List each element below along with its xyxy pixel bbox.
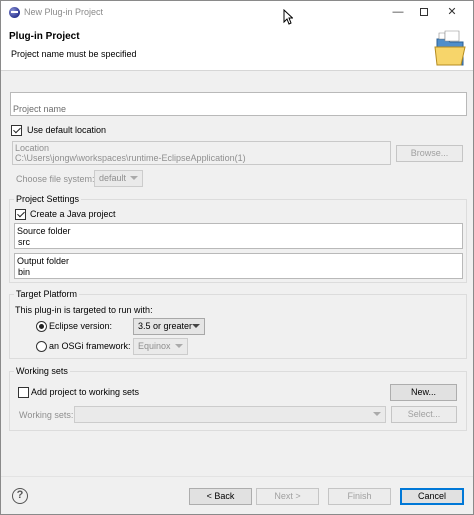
eclipse-version-label: Eclipse version: bbox=[49, 321, 113, 331]
chevron-down-icon bbox=[192, 324, 200, 328]
chevron-down-icon bbox=[373, 412, 381, 416]
create-java-project-label: Create a Java project bbox=[30, 209, 116, 219]
title-bar: New Plug-in Project — ✕ bbox=[1, 1, 473, 25]
mouse-cursor-icon bbox=[283, 9, 293, 25]
use-default-location-checkbox[interactable] bbox=[11, 125, 22, 136]
window-title: New Plug-in Project bbox=[24, 7, 104, 17]
new-plugin-project-dialog: New Plug-in Project — ✕ Plug-in Project … bbox=[0, 0, 474, 515]
working-sets-label: Working sets bbox=[14, 366, 70, 376]
eclipse-version-radio[interactable] bbox=[36, 321, 47, 332]
help-icon[interactable]: ? bbox=[12, 488, 28, 504]
select-working-sets-button[interactable]: Select... bbox=[391, 406, 457, 423]
wizard-header: Plug-in Project Project name must be spe… bbox=[1, 25, 473, 71]
source-folder-value: src bbox=[18, 237, 30, 247]
file-system-combo[interactable]: default bbox=[94, 170, 143, 187]
target-platform-description: This plug-in is targeted to run with: bbox=[15, 305, 153, 315]
osgi-framework-label: an OSGi framework: bbox=[49, 341, 131, 351]
browse-button[interactable]: Browse... bbox=[396, 145, 463, 162]
back-button[interactable]: < Back bbox=[189, 488, 252, 505]
use-default-location-label: Use default location bbox=[27, 125, 107, 135]
project-name-placeholder: Project name bbox=[13, 104, 67, 114]
cancel-button[interactable]: Cancel bbox=[400, 488, 464, 505]
output-folder-value: bin bbox=[18, 267, 31, 277]
location-label: Location bbox=[15, 143, 50, 153]
folder-wizard-icon bbox=[415, 27, 467, 69]
eclipse-version-combo[interactable]: 3.5 or greater bbox=[133, 318, 205, 335]
eclipse-version-value: 3.5 or greater bbox=[138, 321, 193, 331]
osgi-framework-value: Equinox bbox=[138, 341, 171, 351]
source-folder-field[interactable]: Source folder src bbox=[14, 223, 463, 249]
output-folder-label: Output folder bbox=[17, 256, 70, 266]
maximize-button[interactable] bbox=[410, 3, 438, 21]
eclipse-icon bbox=[9, 7, 20, 18]
chevron-down-icon bbox=[130, 176, 138, 180]
chevron-down-icon bbox=[175, 344, 183, 348]
new-working-set-button[interactable]: New... bbox=[390, 384, 457, 401]
location-value: C:\Users\jongw\workspaces\runtime-Eclips… bbox=[15, 153, 246, 163]
output-folder-field[interactable]: Output folder bin bbox=[14, 253, 463, 279]
add-to-working-sets-checkbox[interactable] bbox=[18, 387, 29, 398]
file-system-value: default bbox=[99, 173, 127, 183]
project-name-field[interactable]: Project name bbox=[10, 92, 467, 116]
create-java-project-checkbox[interactable] bbox=[15, 209, 26, 220]
osgi-framework-radio[interactable] bbox=[36, 341, 47, 352]
next-button[interactable]: Next > bbox=[256, 488, 319, 505]
working-sets-combo[interactable] bbox=[74, 406, 386, 423]
project-settings-label: Project Settings bbox=[14, 194, 82, 204]
page-title: Plug-in Project bbox=[9, 31, 80, 42]
minimize-button[interactable]: — bbox=[384, 3, 412, 21]
target-platform-label: Target Platform bbox=[14, 289, 80, 299]
finish-button[interactable]: Finish bbox=[328, 488, 391, 505]
location-field[interactable]: Location C:\Users\jongw\workspaces\runti… bbox=[12, 141, 391, 165]
footer-separator bbox=[1, 476, 473, 477]
maximize-icon bbox=[420, 8, 428, 17]
close-button[interactable]: ✕ bbox=[438, 3, 466, 21]
add-to-working-sets-label: Add project to working sets bbox=[31, 387, 140, 397]
source-folder-label: Source folder bbox=[17, 226, 71, 236]
file-system-label: Choose file system: bbox=[16, 174, 95, 184]
working-sets-field-label: Working sets: bbox=[19, 410, 74, 420]
page-message: Project name must be specified bbox=[11, 49, 137, 59]
osgi-framework-combo[interactable]: Equinox bbox=[133, 338, 188, 355]
